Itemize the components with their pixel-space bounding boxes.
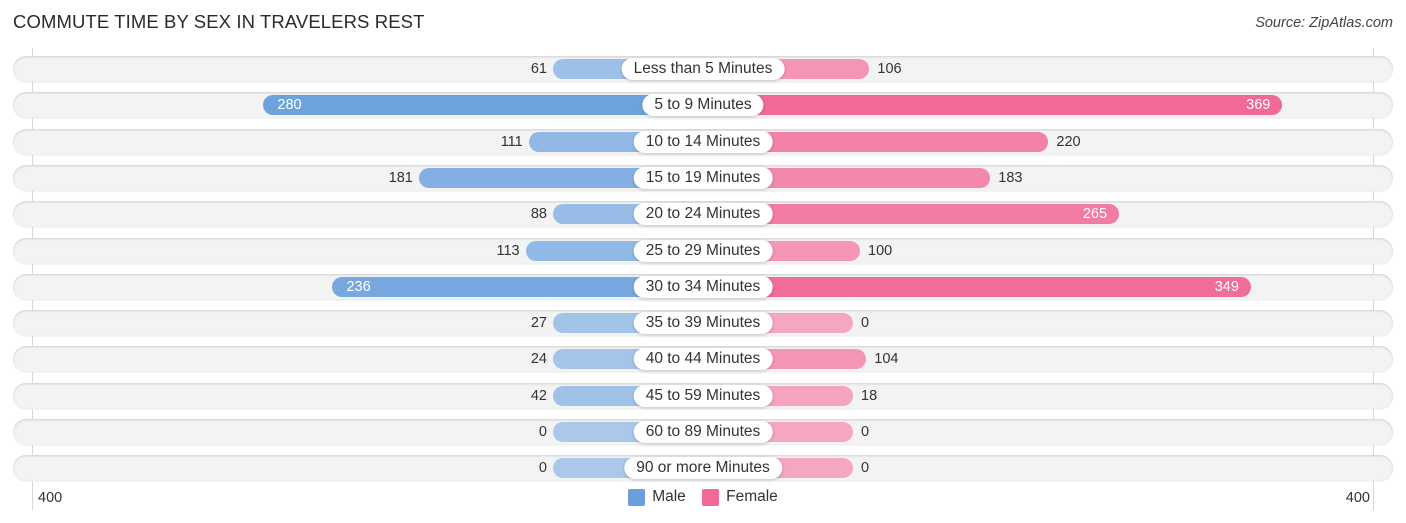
bar-female[interactable] [703,276,1251,297]
value-label-male: 27 [530,315,547,332]
value-label-female: 104 [874,351,899,368]
value-label-female: 349 [1214,278,1239,295]
value-label-female: 0 [861,460,870,477]
category-label: Less than 5 Minutes [621,58,785,80]
legend-label-male: Male [652,488,686,505]
value-label-female: 265 [1082,206,1108,223]
value-label-male: 61 [530,61,547,77]
value-label-male: 0 [538,460,547,477]
bar-male[interactable] [263,95,703,116]
value-label-male: 42 [530,387,547,404]
legend-item-male[interactable]: Male [628,488,686,506]
legend-label-female: Female [726,488,778,505]
value-label-female: 18 [861,387,878,404]
category-label: 20 to 24 Minutes [633,203,773,226]
category-label: 90 or more Minutes [624,457,782,480]
chart-title: COMMUTE TIME BY SEX IN TRAVELERS REST [13,11,425,32]
value-label-male: 24 [530,351,547,368]
value-label-female: 0 [861,424,870,440]
category-label: 15 to 19 Minutes [633,166,773,189]
category-label: 30 to 34 Minutes [633,275,773,298]
value-label-female: 100 [868,242,893,259]
category-label: 10 to 14 Minutes [633,130,773,153]
value-label-female: 0 [861,315,870,332]
bar-female[interactable] [703,95,1283,116]
value-label-male: 111 [500,133,523,150]
value-label-male: 113 [496,242,520,259]
legend-item-female[interactable]: Female [702,488,778,506]
value-label-male: 280 [277,97,302,114]
category-label: 60 to 89 Minutes [633,421,773,443]
category-label: 5 to 9 Minutes [642,94,764,117]
legend: Male Female [0,488,1406,511]
category-label: 35 to 39 Minutes [633,312,773,335]
value-label-female: 183 [998,169,1023,186]
source-label: Source: ZipAtlas.com [1255,15,1393,31]
value-label-male: 0 [538,424,547,440]
legend-swatch-female [702,488,720,506]
category-label: 45 to 59 Minutes [633,384,773,407]
value-label-female: 106 [877,61,902,77]
category-label: 25 to 29 Minutes [633,239,773,262]
value-label-female: 220 [1056,133,1081,150]
value-label-female: 369 [1246,97,1271,114]
value-label-male: 181 [388,169,413,186]
value-label-male: 88 [530,206,547,223]
category-label: 40 to 44 Minutes [633,348,773,371]
value-label-male: 236 [346,278,371,295]
legend-swatch-male [628,488,646,506]
